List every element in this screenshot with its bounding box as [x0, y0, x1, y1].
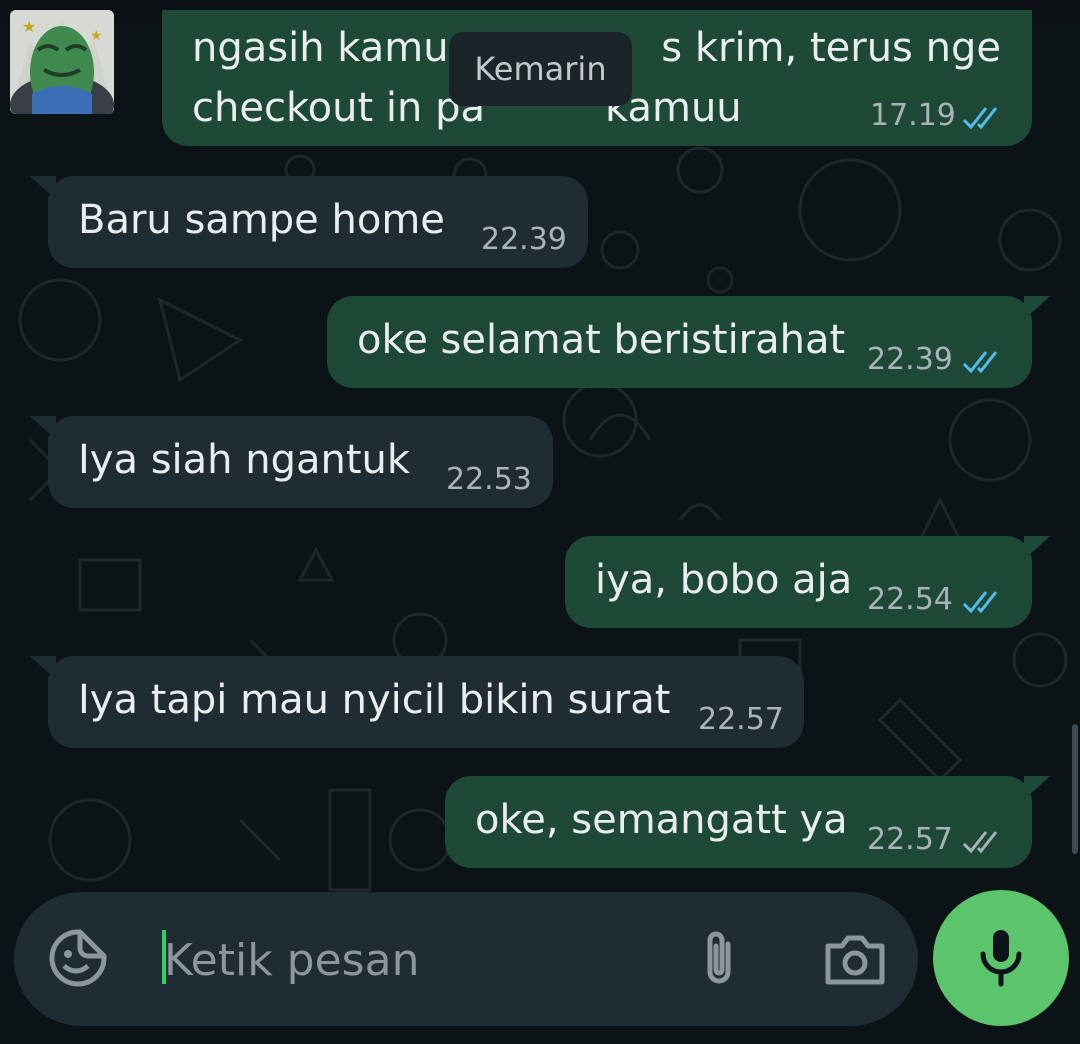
message-text: iya, bobo aja [595, 557, 853, 603]
chat-wallpaper [18, 146, 1068, 892]
scrollbar-thumb[interactable] [1072, 724, 1078, 854]
message-bubble-incoming[interactable]: Baru sampe home 22.39 [30, 176, 588, 268]
message-time: 22.53 [446, 462, 532, 497]
contact-avatar[interactable]: ★ ★ [10, 10, 114, 114]
message-composer [14, 892, 918, 1026]
message-time: 22.54 [867, 582, 953, 617]
double-check-blue-icon [962, 591, 998, 614]
message-bubble-outgoing[interactable]: iya, bobo aja 22.54 [565, 536, 1050, 628]
message-bubble-incoming[interactable]: Iya tapi mau nyicil bikin surat 22.57 [30, 656, 804, 748]
svg-text:★: ★ [22, 17, 36, 36]
sticker-icon[interactable] [48, 928, 108, 988]
message-text: oke, semangatt ya [475, 797, 848, 843]
message-text: Baru sampe home [78, 197, 445, 243]
message-time: 22.57 [867, 822, 953, 857]
double-check-blue-icon [962, 351, 998, 374]
message-text: Iya tapi mau nyicil bikin surat [78, 677, 671, 723]
message-time: 22.39 [481, 222, 567, 257]
double-check-grey-icon [962, 831, 998, 854]
message-time: 22.39 [867, 342, 953, 377]
message-bubble-outgoing[interactable]: oke selamat beristirahat 22.39 [327, 296, 1050, 388]
message-text: Iya siah ngantuk [78, 437, 411, 483]
message-bubble-incoming[interactable]: Iya siah ngantuk 22.53 [30, 416, 553, 508]
double-check-blue-icon [962, 107, 998, 130]
message-text: oke selamat beristirahat [357, 317, 846, 363]
camera-icon[interactable] [824, 932, 886, 986]
date-separator-chip: Kemarin [449, 32, 632, 106]
message-input[interactable] [148, 930, 704, 992]
paperclip-icon[interactable] [698, 928, 740, 988]
message-bubble-outgoing[interactable]: oke, semangatt ya 22.57 [445, 776, 1050, 868]
message-time: 22.57 [698, 702, 784, 737]
message-time: 17.19 [870, 98, 956, 133]
voice-record-button[interactable] [933, 890, 1069, 1026]
microphone-icon [980, 930, 1022, 987]
svg-text:★: ★ [90, 28, 103, 44]
